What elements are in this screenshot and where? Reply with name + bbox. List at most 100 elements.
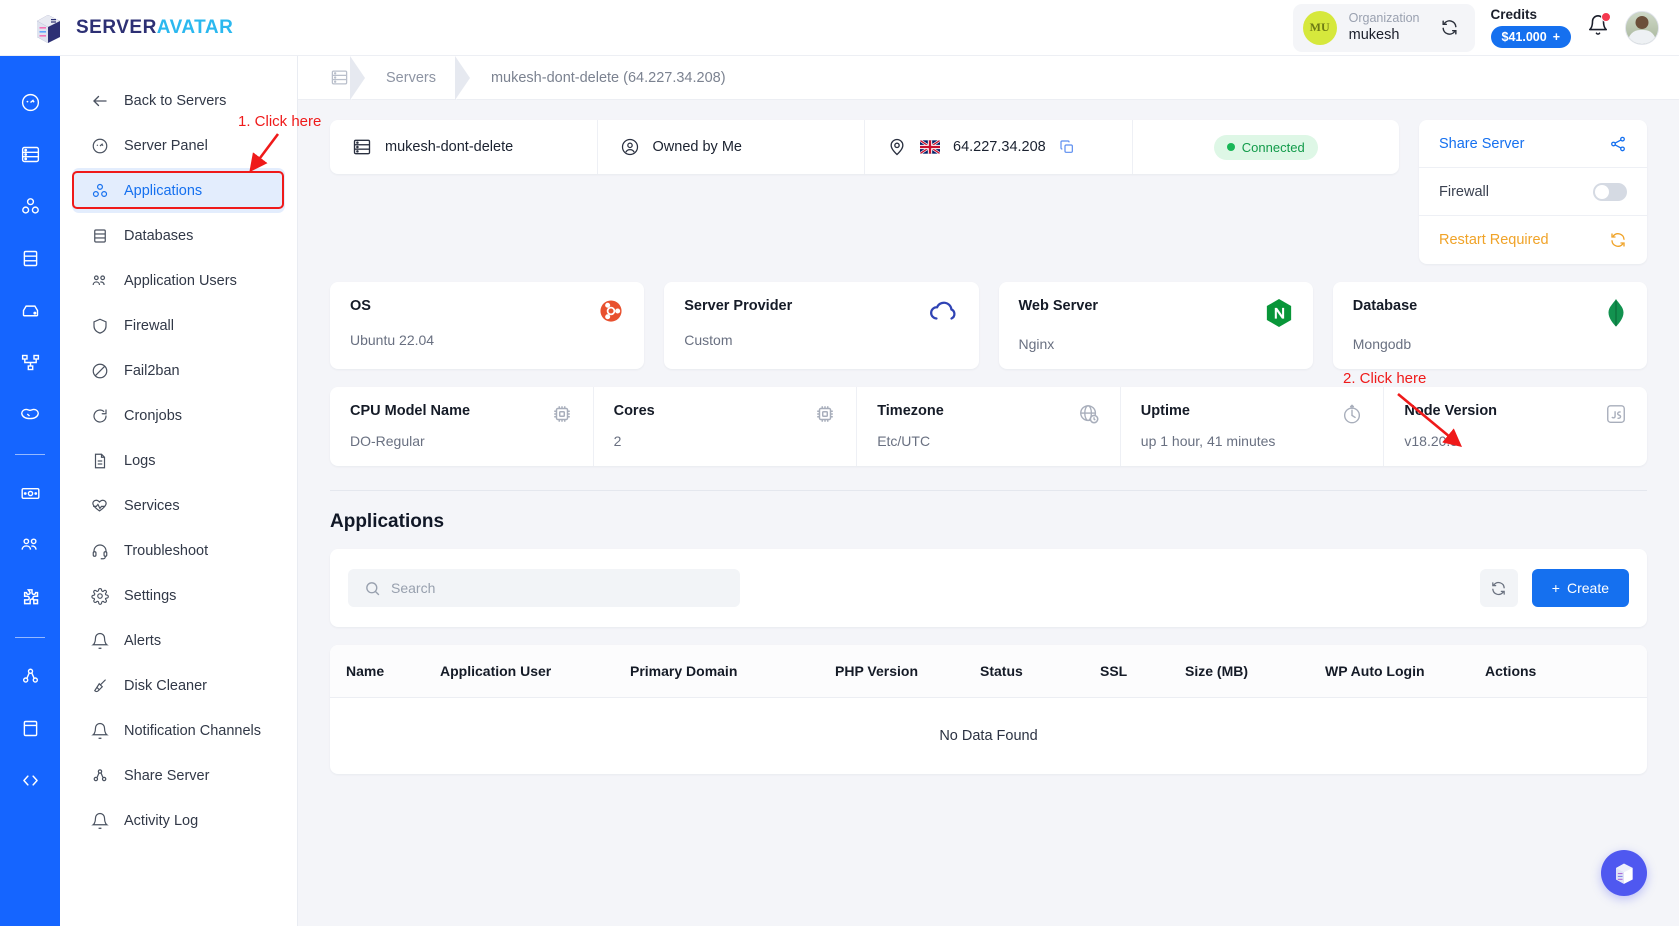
sidebar-item-server-panel[interactable]: Server Panel (72, 123, 285, 168)
column-header-name[interactable]: Name (330, 645, 440, 698)
sidebar-item-label: Services (124, 497, 180, 514)
table-header: Name Application User Primary Domain PHP… (330, 645, 1647, 698)
sidebar-item-activity-log[interactable]: Activity Log (72, 798, 285, 843)
column-header-actions[interactable]: Actions (1485, 645, 1647, 698)
server-info-tiles: OS Ubuntu 22.04 Server Provider Custom W… (330, 282, 1647, 369)
brand-text-primary: SERVER (76, 16, 157, 38)
search-box[interactable] (348, 569, 740, 607)
rail-docs-icon[interactable] (8, 710, 52, 746)
rail-servers-icon[interactable] (8, 136, 52, 172)
top-bar: SERVERAVATAR MU Organization mukesh Cred (0, 0, 1679, 56)
share-icon[interactable] (1609, 135, 1627, 153)
rail-network-icon[interactable] (8, 658, 52, 694)
rail-billing-icon[interactable] (8, 475, 52, 511)
globe-clock-icon (1078, 403, 1100, 425)
create-plus-icon: + (1551, 580, 1560, 596)
sidebar-item-label: Settings (124, 587, 177, 604)
bell-icon (90, 812, 109, 830)
top-bar-right: MU Organization mukesh Credits $41.000 + (1292, 3, 1659, 52)
column-header-php-version[interactable]: PHP Version (835, 645, 980, 698)
spec-node-version: Node Version v18.20.3 (1384, 387, 1647, 466)
sidebar-item-application-users[interactable]: Application Users (72, 258, 285, 303)
avatar[interactable] (1625, 10, 1659, 45)
rail-team-icon[interactable] (8, 527, 52, 563)
organization-switcher[interactable]: MU Organization mukesh (1292, 3, 1475, 52)
restart-icon[interactable] (1609, 231, 1627, 249)
broom-icon (90, 677, 109, 695)
firewall-toggle[interactable] (1593, 182, 1627, 201)
tile-database: Database Mongodb (1332, 282, 1647, 369)
sidebar-item-firewall[interactable]: Firewall (72, 303, 285, 348)
sidebar-item-databases[interactable]: Databases (72, 213, 285, 258)
add-credits-button[interactable]: $41.000 + (1490, 26, 1571, 48)
sidebar-item-label: Alerts (124, 632, 162, 649)
rail-dashboard-icon[interactable] (8, 84, 52, 120)
column-header-status[interactable]: Status (980, 645, 1100, 698)
spec-uptime: Uptime up 1 hour, 41 minutes (1121, 387, 1385, 466)
refresh-button[interactable] (1479, 569, 1518, 607)
server-actions-panel: Share Server Firewall Restart Required (1419, 120, 1647, 264)
sidebar-item-label: Disk Cleaner (124, 677, 207, 694)
column-header-application-user[interactable]: Application User (440, 645, 630, 698)
column-header-ssl[interactable]: SSL (1100, 645, 1185, 698)
sidebar-item-label: Share Server (124, 767, 210, 784)
copy-icon[interactable] (1059, 139, 1075, 155)
spec-value: Etc/UTC (877, 433, 931, 449)
gauge-icon (90, 137, 109, 155)
column-header-primary-domain[interactable]: Primary Domain (630, 645, 835, 698)
table-empty-row: No Data Found (330, 698, 1647, 775)
sidebar-item-notification-channels[interactable]: Notification Channels (72, 708, 285, 753)
ubuntu-icon (598, 298, 624, 324)
sidebar-back-label: Back to Servers (124, 92, 227, 109)
credits-block: Credits $41.000 + (1490, 7, 1571, 48)
rail-sitemap-icon[interactable] (8, 344, 52, 380)
rail-applications-icon[interactable] (8, 188, 52, 224)
serveravatar-logo-icon (37, 14, 60, 43)
empty-state-message: No Data Found (939, 728, 1038, 744)
notification-bell-icon[interactable] (1587, 12, 1611, 41)
sidebar-item-applications[interactable]: Applications (72, 168, 285, 213)
sidebar-item-disk-cleaner[interactable]: Disk Cleaner (72, 663, 285, 708)
sidebar-item-cronjobs[interactable]: Cronjobs (72, 393, 285, 438)
sidebar-item-alerts[interactable]: Alerts (72, 618, 285, 663)
firewall-row: Firewall (1419, 168, 1647, 216)
sidebar-item-label: Notification Channels (124, 722, 262, 739)
sidebar-item-troubleshoot[interactable]: Troubleshoot (72, 528, 285, 573)
search-input[interactable] (391, 580, 724, 596)
server-icon (352, 137, 372, 157)
rail-handshake-icon[interactable] (8, 396, 52, 432)
table-header-row: Name Application User Primary Domain PHP… (330, 645, 1647, 698)
support-widget-button[interactable] (1601, 850, 1647, 896)
breadcrumb-servers-link[interactable]: Servers (368, 70, 454, 86)
tile-title: Database (1352, 298, 1418, 314)
sidebar-item-settings[interactable]: Settings (72, 573, 285, 618)
sync-icon[interactable] (1440, 18, 1459, 37)
sidebar-item-services[interactable]: Services (72, 483, 285, 528)
page-title: Applications (330, 511, 445, 532)
sidebar-item-fail2ban[interactable]: Fail2ban (72, 348, 285, 393)
spec-value: v18.20.3 (1404, 433, 1459, 449)
mongodb-icon (1605, 298, 1627, 328)
column-header-wp-auto-login[interactable]: WP Auto Login (1325, 645, 1485, 698)
column-header-size[interactable]: Size (MB) (1185, 645, 1325, 698)
brand-logo[interactable]: SERVERAVATAR (30, 10, 233, 46)
rail-code-icon[interactable] (8, 762, 52, 798)
rail-integrations-icon[interactable] (8, 579, 52, 615)
search-icon (364, 580, 381, 597)
sidebar-item-share-server[interactable]: Share Server (72, 753, 285, 798)
tile-title: Web Server (1018, 298, 1099, 314)
restart-required-row[interactable]: Restart Required (1419, 216, 1647, 264)
gear-icon (90, 587, 109, 605)
spec-value: DO-Regular (350, 433, 425, 449)
rail-databases-icon[interactable] (8, 240, 52, 276)
spec-title: Uptime (1140, 403, 1190, 419)
sidebar-item-logs[interactable]: Logs (72, 438, 285, 483)
nginx-icon (1265, 298, 1293, 328)
global-nav-rail (0, 56, 60, 926)
rail-backups-icon[interactable] (8, 292, 52, 328)
sidebar-item-back-to-servers[interactable]: Back to Servers (72, 78, 285, 123)
sidebar-item-label: Logs (124, 452, 156, 469)
share-server-row[interactable]: Share Server (1419, 120, 1647, 168)
create-button[interactable]: + Create (1531, 569, 1629, 607)
document-icon (90, 452, 109, 470)
